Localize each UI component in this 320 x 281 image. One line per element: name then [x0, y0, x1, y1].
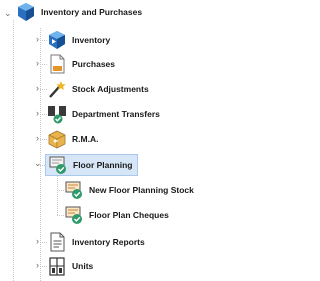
transfer-icon [48, 106, 66, 124]
tree-item-floor-plan-cheques[interactable]: Floor Plan Cheques [64, 204, 169, 226]
tree-item-floor-planning[interactable]: Floor Planning [45, 154, 138, 176]
collapse-chevron-root[interactable]: ⌄ [4, 8, 12, 18]
tree-line-h-reports [40, 242, 47, 243]
expand-chevron-rma[interactable]: › [36, 133, 39, 143]
tree-item-inventory[interactable]: Inventory [47, 29, 110, 51]
floor-planning-stock-icon [65, 181, 82, 199]
expand-chevron-transfers[interactable]: › [36, 108, 39, 118]
expand-chevron-inventory[interactable]: › [36, 34, 39, 44]
tree-line-h-units [40, 266, 47, 267]
return-box-icon [48, 130, 66, 149]
tree-item-label: Floor Planning [73, 160, 133, 170]
tree-line-level1 [40, 28, 41, 281]
tree-line-h-purchases [40, 64, 47, 65]
tree-item-label: Floor Plan Cheques [89, 210, 169, 220]
tree-line-h-rma [40, 139, 47, 140]
tree-item-label: Purchases [72, 59, 115, 69]
tree-line-h-transfers [40, 114, 47, 115]
tree-item-units[interactable]: Units [47, 255, 93, 277]
expand-chevron-stock[interactable]: › [36, 83, 39, 93]
tree-line-level2 [57, 176, 58, 215]
tree-line-h-inventory [40, 40, 47, 41]
floor-planning-icon [49, 156, 66, 174]
wand-star-icon [49, 81, 66, 98]
tree-item-label: Inventory [72, 35, 111, 45]
tree-item-new-floor-planning-stock[interactable]: New Floor Planning Stock [64, 179, 194, 201]
tree-item-rma[interactable]: R.M.A. [47, 128, 98, 150]
tree-line-h-stock [40, 89, 47, 90]
tree-item-label: New Floor Planning Stock [89, 185, 194, 195]
expand-chevron-purchases[interactable]: › [36, 58, 39, 68]
units-icon [49, 257, 65, 276]
tree-item-label: R.M.A. [72, 134, 99, 144]
collapse-chevron-floor[interactable]: ⌄ [34, 158, 42, 168]
expand-chevron-units[interactable]: › [36, 260, 39, 270]
purchase-document-icon [50, 54, 65, 74]
tree-item-inventory-and-purchases[interactable]: Inventory and Purchases [16, 1, 142, 23]
report-document-icon [50, 232, 65, 252]
tree-item-label: Inventory and Purchases [41, 7, 143, 17]
tree-item-label: Stock Adjustments [72, 84, 149, 94]
tree-item-department-transfers[interactable]: Department Transfers [47, 103, 160, 125]
tree-item-label: Inventory Reports [72, 237, 145, 247]
tree-line-h-newstock [57, 190, 64, 191]
cube-icon [18, 3, 34, 21]
tree-item-label: Units [72, 261, 94, 271]
floor-plan-cheques-icon [65, 206, 82, 224]
tree-line-root [13, 20, 14, 281]
tree-item-stock-adjustments[interactable]: Stock Adjustments [47, 78, 149, 100]
cube-arrow-icon [49, 31, 65, 49]
tree-item-label: Department Transfers [72, 109, 160, 119]
tree-item-inventory-reports[interactable]: Inventory Reports [47, 231, 145, 253]
expand-chevron-reports[interactable]: › [36, 236, 39, 246]
tree-line-h-cheques [57, 215, 64, 216]
tree-item-purchases[interactable]: Purchases [47, 53, 115, 75]
